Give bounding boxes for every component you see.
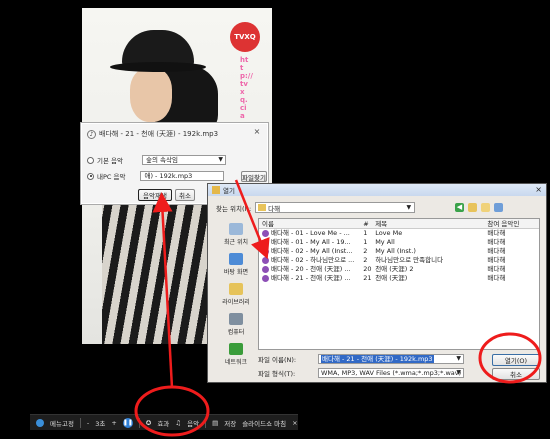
annotation-circle-toolbar bbox=[134, 385, 210, 437]
annotation-overlay bbox=[134, 179, 542, 437]
annotation-circle-open-button bbox=[478, 332, 542, 384]
annotation-arrow-to-file bbox=[234, 179, 270, 260]
annotation-arrow-to-play bbox=[152, 192, 174, 389]
